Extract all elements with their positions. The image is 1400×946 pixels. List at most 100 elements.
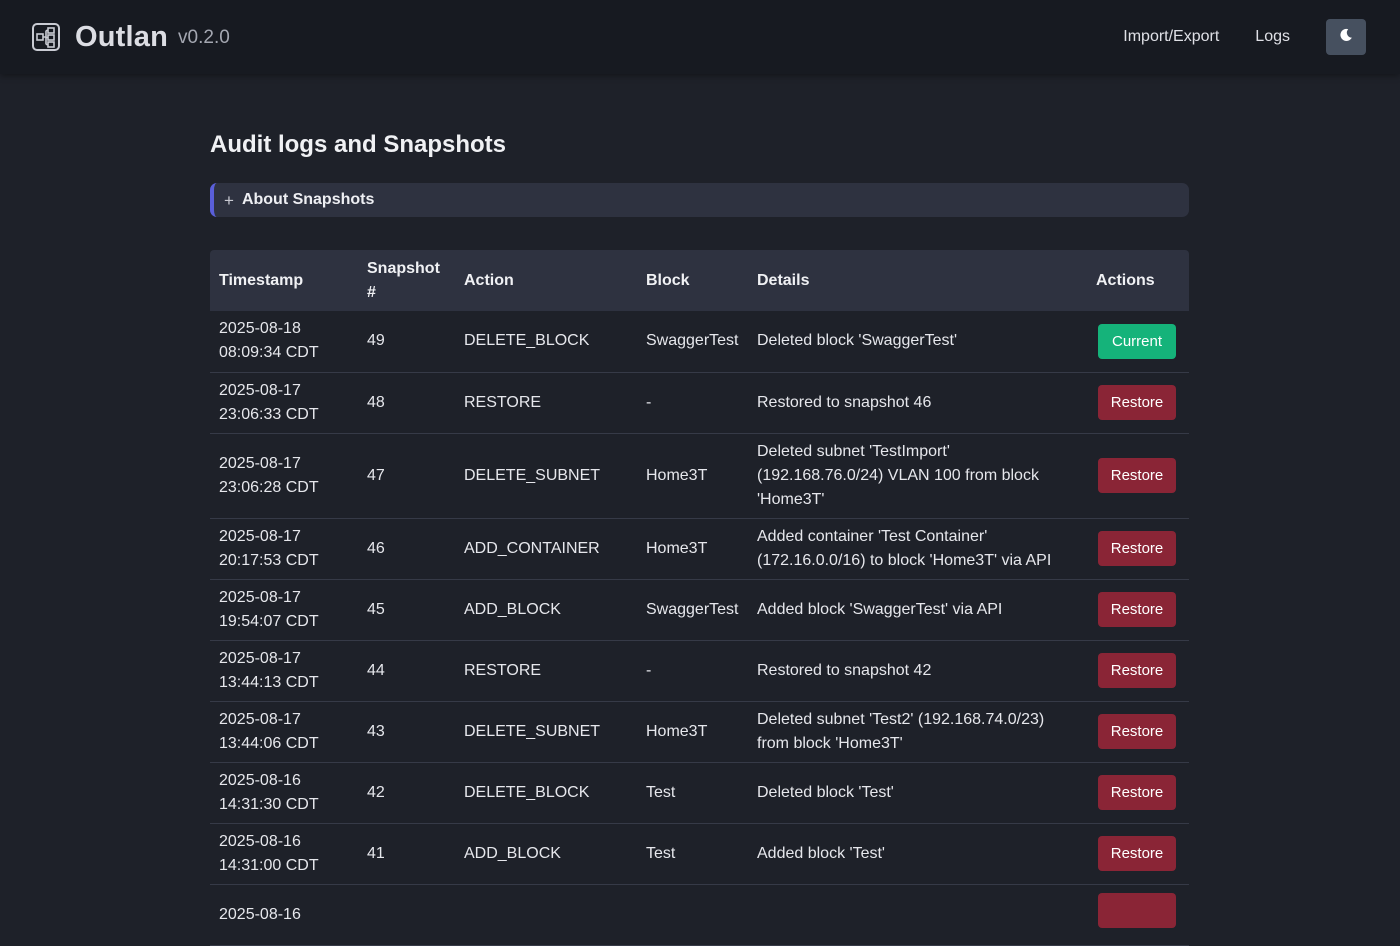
cell-actions: Restore bbox=[1087, 823, 1189, 885]
cell-action: RESTORE bbox=[455, 640, 637, 702]
cell-details: Added container 'Test Container' (172.16… bbox=[748, 518, 1087, 580]
restore-button[interactable]: Restore bbox=[1098, 385, 1176, 420]
cell-block: Home3T bbox=[637, 518, 748, 580]
cell-actions: Restore bbox=[1087, 762, 1189, 824]
cell-details: Added block 'SwaggerTest' via API bbox=[748, 579, 1087, 641]
top-navbar: Outlan v0.2.0 Import/Export Logs bbox=[0, 0, 1400, 74]
cell-timestamp: 2025-08-16 14:31:00 CDT bbox=[210, 823, 358, 885]
cell-action: ADD_BLOCK bbox=[455, 823, 637, 885]
cell-actions bbox=[1087, 884, 1189, 946]
cell-action: RESTORE bbox=[455, 372, 637, 434]
cell-action: DELETE_BLOCK bbox=[455, 311, 637, 373]
restore-button[interactable]: Restore bbox=[1098, 714, 1176, 749]
timestamp-date: 2025-08-17 bbox=[219, 710, 301, 728]
cell-timestamp: 2025-08-16 bbox=[210, 884, 358, 946]
cell-snapshot: 46 bbox=[358, 518, 455, 580]
table-row: 2025-08-16 bbox=[210, 884, 1189, 946]
app-name[interactable]: Outlan bbox=[75, 21, 168, 54]
cell-snapshot: 47 bbox=[358, 433, 455, 519]
timestamp-date: 2025-08-16 bbox=[219, 771, 301, 789]
cell-details: Restored to snapshot 42 bbox=[748, 640, 1087, 702]
cell-action: DELETE_SUBNET bbox=[455, 433, 637, 519]
moon-icon bbox=[1339, 28, 1353, 47]
cell-timestamp: 2025-08-17 13:44:13 CDT bbox=[210, 640, 358, 702]
timestamp-date: 2025-08-17 bbox=[219, 527, 301, 545]
cell-timestamp: 2025-08-18 08:09:34 CDT bbox=[210, 311, 358, 373]
main-nav: Import/Export Logs bbox=[1123, 19, 1368, 55]
timestamp-time: 23:06:28 CDT bbox=[219, 478, 319, 496]
restore-button[interactable]: Restore bbox=[1098, 775, 1176, 810]
cell-actions: Restore bbox=[1087, 701, 1189, 763]
cell-block: Test bbox=[637, 762, 748, 824]
timestamp-time: 13:44:06 CDT bbox=[219, 734, 319, 752]
table-row: 2025-08-17 20:17:53 CDT 46 ADD_CONTAINER Hom… bbox=[210, 518, 1189, 580]
table-row: 2025-08-17 19:54:07 CDT 45 ADD_BLOCK Swagger… bbox=[210, 579, 1189, 641]
cell-timestamp: 2025-08-17 19:54:07 CDT bbox=[210, 579, 358, 641]
cell-block: SwaggerTest bbox=[637, 311, 748, 373]
cell-actions: Restore bbox=[1087, 518, 1189, 580]
timestamp-time: 08:09:34 CDT bbox=[219, 344, 319, 362]
nav-logs-link[interactable]: Logs bbox=[1255, 28, 1290, 46]
timestamp-date: 2025-08-17 bbox=[219, 649, 301, 667]
cell-block: Test bbox=[637, 823, 748, 885]
cell-action: DELETE_BLOCK bbox=[455, 762, 637, 824]
cell-timestamp: 2025-08-17 23:06:28 CDT bbox=[210, 433, 358, 519]
cell-actions: Restore bbox=[1087, 579, 1189, 641]
cell-snapshot: 45 bbox=[358, 579, 455, 641]
cell-snapshot bbox=[358, 884, 455, 946]
restore-button[interactable] bbox=[1098, 893, 1176, 928]
table-row: 2025-08-16 14:31:30 CDT 42 DELETE_BLOCK Test… bbox=[210, 762, 1189, 824]
timestamp-date: 2025-08-17 bbox=[219, 454, 301, 472]
cell-snapshot: 43 bbox=[358, 701, 455, 763]
cell-actions: Restore bbox=[1087, 372, 1189, 434]
table-row: 2025-08-17 23:06:28 CDT 47 DELETE_SUBNET Hom… bbox=[210, 433, 1189, 519]
cell-snapshot: 41 bbox=[358, 823, 455, 885]
header-action: Action bbox=[455, 250, 637, 311]
timestamp-time: 13:44:13 CDT bbox=[219, 673, 319, 691]
header-details: Details bbox=[748, 250, 1087, 311]
current-button[interactable]: Current bbox=[1098, 323, 1176, 359]
cell-details: Deleted block 'Test' bbox=[748, 762, 1087, 824]
audit-log-table: Timestamp Snapshot # Action Block Detail… bbox=[210, 250, 1189, 946]
page-title: Audit logs and Snapshots bbox=[210, 131, 507, 158]
header-actions: Actions bbox=[1087, 250, 1189, 311]
table-body: 2025-08-18 08:09:34 CDT 49 DELETE_BLOCK Swag… bbox=[210, 311, 1189, 946]
theme-toggle-button[interactable] bbox=[1326, 19, 1366, 55]
table-row: 2025-08-17 13:44:06 CDT 43 DELETE_SUBNET Hom… bbox=[210, 701, 1189, 763]
cell-timestamp: 2025-08-17 23:06:33 CDT bbox=[210, 372, 358, 434]
cell-block: - bbox=[637, 372, 748, 434]
table-row: 2025-08-17 13:44:13 CDT 44 RESTORE - Restored… bbox=[210, 640, 1189, 702]
timestamp-time: 23:06:33 CDT bbox=[219, 405, 319, 423]
nav-import-export-link[interactable]: Import/Export bbox=[1123, 28, 1219, 46]
cell-action: ADD_CONTAINER bbox=[455, 518, 637, 580]
cell-block: Home3T bbox=[637, 433, 748, 519]
cell-action: DELETE_SUBNET bbox=[455, 701, 637, 763]
cell-snapshot: 48 bbox=[358, 372, 455, 434]
restore-button[interactable]: Restore bbox=[1098, 836, 1176, 871]
cell-block: SwaggerTest bbox=[637, 579, 748, 641]
timestamp-time: 19:54:07 CDT bbox=[219, 612, 319, 630]
cell-details: Restored to snapshot 46 bbox=[748, 372, 1087, 434]
cell-action: ADD_BLOCK bbox=[455, 579, 637, 641]
network-diagram-icon bbox=[32, 23, 60, 51]
about-snapshots-label: About Snapshots bbox=[241, 191, 375, 208]
restore-button[interactable]: Restore bbox=[1098, 653, 1176, 688]
restore-button[interactable]: Restore bbox=[1098, 592, 1176, 627]
cell-timestamp: 2025-08-17 13:44:06 CDT bbox=[210, 701, 358, 763]
cell-timestamp: 2025-08-17 20:17:53 CDT bbox=[210, 518, 358, 580]
timestamp-date: 2025-08-16 bbox=[219, 905, 301, 923]
cell-details: Added block 'Test' bbox=[748, 823, 1087, 885]
cell-actions: Restore bbox=[1087, 433, 1189, 519]
restore-button[interactable]: Restore bbox=[1098, 531, 1176, 566]
timestamp-date: 2025-08-18 bbox=[219, 320, 301, 338]
cell-details: Deleted block 'SwaggerTest' bbox=[748, 311, 1087, 373]
cell-block: - bbox=[637, 640, 748, 702]
table-row: 2025-08-16 14:31:00 CDT 41 ADD_BLOCK Test Add… bbox=[210, 823, 1189, 885]
restore-button[interactable]: Restore bbox=[1098, 458, 1176, 493]
cell-actions: Restore bbox=[1087, 640, 1189, 702]
table-row: 2025-08-18 08:09:34 CDT 49 DELETE_BLOCK Swag… bbox=[210, 311, 1189, 373]
timestamp-time: 20:17:53 CDT bbox=[219, 551, 319, 569]
about-snapshots-toggle[interactable]: + About Snapshots bbox=[210, 183, 1189, 217]
cell-details bbox=[748, 884, 1087, 946]
plus-icon: + bbox=[224, 190, 234, 210]
